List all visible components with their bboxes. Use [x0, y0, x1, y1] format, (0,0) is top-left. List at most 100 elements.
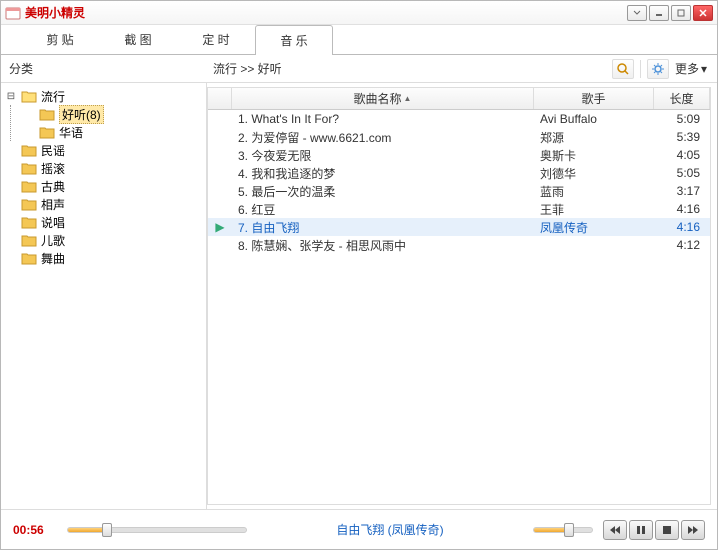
- song-name: 6. 红豆: [232, 201, 534, 218]
- folder-icon: [21, 161, 37, 175]
- collapse-icon: ⊟: [5, 91, 17, 102]
- song-length: 4:12: [654, 238, 710, 252]
- main-tabs: 剪 贴截 图定 时音 乐: [1, 25, 717, 55]
- tree-item[interactable]: 儿歌: [1, 231, 206, 249]
- song-length: 5:39: [654, 130, 710, 144]
- tree-label: 民谣: [41, 142, 65, 159]
- now-playing-label: 自由飞翔 (凤凰传奇): [257, 521, 523, 538]
- folder-icon: [21, 143, 37, 157]
- tree-item[interactable]: 说唱: [1, 213, 206, 231]
- song-artist: 奥斯卡: [534, 147, 654, 164]
- titlebar: 美明小精灵: [1, 1, 717, 25]
- song-artist: Avi Buffalo: [534, 112, 654, 126]
- song-name: 7. 自由飞翔: [232, 219, 534, 236]
- song-row[interactable]: 5. 最后一次的温柔蓝雨3:17: [208, 182, 710, 200]
- song-artist: 郑源: [534, 129, 654, 146]
- minimize-button[interactable]: [649, 5, 669, 21]
- col-length[interactable]: 长度: [654, 88, 710, 109]
- prev-button[interactable]: [603, 520, 627, 540]
- tree-label: 流行: [41, 88, 65, 105]
- tab-3[interactable]: 音 乐: [255, 25, 333, 55]
- song-name: 8. 陈慧娴、张学友 - 相思风雨中: [232, 237, 534, 254]
- song-artist: 蓝雨: [534, 183, 654, 200]
- song-row[interactable]: ▶7. 自由飞翔凤凰传奇4:16: [208, 218, 710, 236]
- song-name: 2. 为爱停留 - www.6621.com: [232, 129, 534, 146]
- song-row[interactable]: 3. 今夜爱无限奥斯卡4:05: [208, 146, 710, 164]
- dropdown-button[interactable]: [627, 5, 647, 21]
- song-length: 5:05: [654, 166, 710, 180]
- folder-icon: [21, 197, 37, 211]
- song-length: 3:17: [654, 184, 710, 198]
- settings-button[interactable]: [647, 59, 669, 79]
- song-name: 4. 我和我追逐的梦: [232, 165, 534, 182]
- song-row[interactable]: 1. What's In It For?Avi Buffalo5:09: [208, 110, 710, 128]
- song-name: 3. 今夜爱无限: [232, 147, 534, 164]
- song-row[interactable]: 8. 陈慧娴、张学友 - 相思风雨中 4:12: [208, 236, 710, 254]
- close-button[interactable]: [693, 5, 713, 21]
- category-label: 分类: [1, 60, 207, 77]
- folder-icon: [21, 89, 37, 103]
- song-row[interactable]: 6. 红豆王菲4:16: [208, 200, 710, 218]
- category-tree: ⊟ 流行好听(8)华语民谣摇滚古典相声说唱儿歌舞曲: [1, 83, 207, 509]
- chevron-down-icon: ▾: [701, 62, 707, 76]
- song-name: 5. 最后一次的温柔: [232, 183, 534, 200]
- maximize-button[interactable]: [671, 5, 691, 21]
- song-artist: 凤凰传奇: [534, 219, 654, 236]
- song-length: 4:16: [654, 220, 710, 234]
- app-title: 美明小精灵: [25, 4, 627, 21]
- tab-0[interactable]: 剪 贴: [21, 24, 99, 54]
- col-name[interactable]: 歌曲名称▲: [232, 88, 534, 109]
- playing-icon: ▶: [208, 220, 232, 234]
- tree-item[interactable]: ⊟ 流行: [1, 87, 206, 105]
- toolbar: 分类 流行 >> 好听 更多▾: [1, 55, 717, 83]
- search-button[interactable]: [612, 59, 634, 79]
- volume-slider[interactable]: [533, 527, 593, 533]
- list-header: 歌曲名称▲ 歌手 长度: [208, 88, 710, 110]
- tree-item[interactable]: 摇滚: [1, 159, 206, 177]
- tree-label: 古典: [41, 178, 65, 195]
- tree-item[interactable]: 好听(8): [19, 105, 206, 123]
- song-artist: 王菲: [534, 201, 654, 218]
- breadcrumb: 流行 >> 好听: [207, 60, 612, 77]
- col-play[interactable]: [208, 88, 232, 109]
- tree-label: 好听(8): [59, 105, 104, 124]
- song-row[interactable]: 4. 我和我追逐的梦刘德华5:05: [208, 164, 710, 182]
- tree-item[interactable]: 民谣: [1, 141, 206, 159]
- folder-icon: [21, 251, 37, 265]
- tab-1[interactable]: 截 图: [99, 24, 177, 54]
- song-row[interactable]: 2. 为爱停留 - www.6621.com郑源5:39: [208, 128, 710, 146]
- pause-button[interactable]: [629, 520, 653, 540]
- col-artist[interactable]: 歌手: [534, 88, 654, 109]
- folder-icon: [21, 179, 37, 193]
- tree-item[interactable]: 古典: [1, 177, 206, 195]
- song-name: 1. What's In It For?: [232, 112, 534, 126]
- folder-icon: [21, 233, 37, 247]
- stop-button[interactable]: [655, 520, 679, 540]
- song-artist: 刘德华: [534, 165, 654, 182]
- tree-label: 儿歌: [41, 232, 65, 249]
- separator: [640, 60, 641, 78]
- folder-icon: [39, 125, 55, 139]
- app-icon: [5, 5, 21, 21]
- tree-label: 说唱: [41, 214, 65, 231]
- more-dropdown[interactable]: 更多▾: [675, 60, 707, 77]
- folder-icon: [39, 107, 55, 121]
- tree-label: 舞曲: [41, 250, 65, 267]
- song-length: 5:09: [654, 112, 710, 126]
- song-list-panel: 歌曲名称▲ 歌手 长度 1. What's In It For?Avi Buff…: [207, 87, 711, 505]
- player-bar: 00:56 自由飞翔 (凤凰传奇): [1, 509, 717, 549]
- tree-item[interactable]: 相声: [1, 195, 206, 213]
- tree-item[interactable]: 华语: [19, 123, 206, 141]
- song-length: 4:16: [654, 202, 710, 216]
- tree-label: 华语: [59, 124, 83, 141]
- song-list: 1. What's In It For?Avi Buffalo5:092. 为爱…: [208, 110, 710, 504]
- tree-label: 相声: [41, 196, 65, 213]
- tab-2[interactable]: 定 时: [177, 24, 255, 54]
- progress-slider[interactable]: [67, 527, 247, 533]
- sort-asc-icon: ▲: [404, 94, 412, 103]
- tree-item[interactable]: 舞曲: [1, 249, 206, 267]
- song-length: 4:05: [654, 148, 710, 162]
- tree-label: 摇滚: [41, 160, 65, 177]
- next-button[interactable]: [681, 520, 705, 540]
- playback-time: 00:56: [13, 523, 57, 537]
